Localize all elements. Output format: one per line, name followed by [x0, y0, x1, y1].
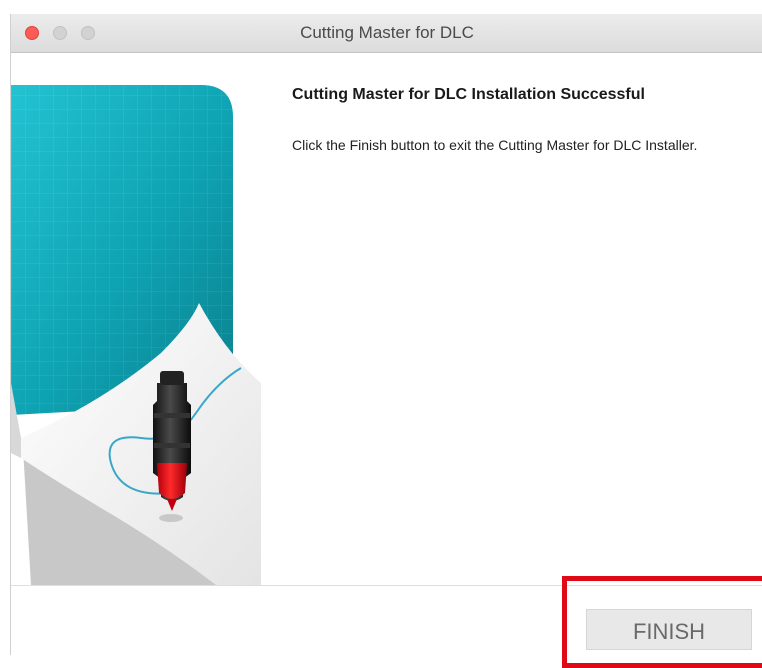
button-bar: FINISH: [11, 585, 762, 655]
installer-content: Cutting Master for DLC Installation Succ…: [11, 53, 762, 585]
finish-button[interactable]: FINISH: [586, 609, 752, 650]
finish-instructions-text: Click the Finish button to exit the Cutt…: [292, 137, 698, 153]
window-title: Cutting Master for DLC: [300, 23, 474, 42]
installation-success-heading: Cutting Master for DLC Installation Succ…: [292, 86, 645, 103]
installer-side-artwork: [11, 85, 261, 585]
title-bar: Cutting Master for DLC: [11, 14, 762, 53]
installer-window: Cutting Master for DLC Cutting Master fo…: [10, 14, 762, 655]
